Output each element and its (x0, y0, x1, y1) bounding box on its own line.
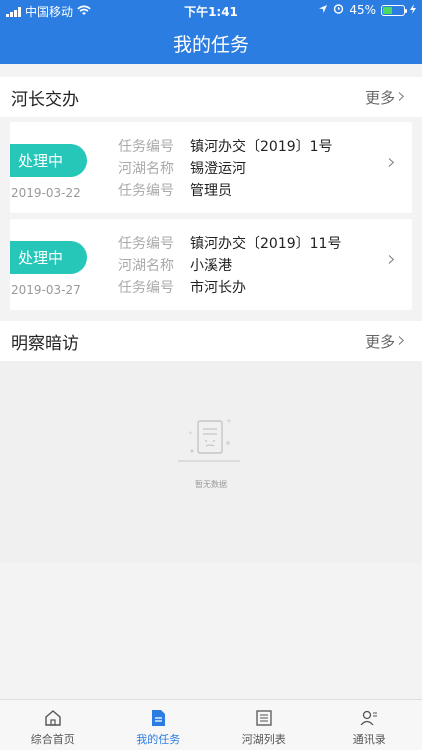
tab-label: 我的任务 (136, 733, 181, 746)
task-row: 任务编号 镇河办交〔2019〕11号 (118, 233, 341, 253)
alarm-icon (333, 3, 344, 17)
battery-percent: 45% (349, 3, 376, 17)
row-value: 管理员 (190, 183, 232, 199)
row-label: 河湖名称 (118, 161, 174, 177)
row-value: 镇河办交〔2019〕1号 (190, 139, 333, 155)
charging-icon (410, 3, 416, 17)
row-value: 市河长办 (190, 280, 246, 296)
top-bar: 中国移动 下午1:41 45% 我的任务 (0, 0, 422, 64)
empty-state: + + 暂无数据 (0, 361, 422, 563)
task-card[interactable]: 处理中 2019-03-27 任务编号 镇河办交〔2019〕11号 河湖名称 小… (10, 219, 412, 310)
river-more-button[interactable]: 更多 › (365, 77, 406, 117)
row-label: 任务编号 (118, 183, 174, 199)
chevron-right-icon: › (397, 84, 406, 109)
chevron-right-icon: › (387, 150, 396, 175)
section-title: 河长交办 (11, 89, 79, 110)
empty-text: 暂无数据 (195, 480, 227, 489)
task-date: 2019-03-27 (11, 283, 81, 297)
task-row: 河湖名称 锡澄运河 (118, 158, 246, 178)
svg-text:+: + (226, 417, 232, 425)
chevron-right-icon: › (387, 247, 396, 272)
task-card[interactable]: 处理中 2019-03-22 任务编号 镇河办交〔2019〕1号 河湖名称 锡澄… (10, 122, 412, 213)
section-inspect-header: 明察暗访 更多 › (0, 321, 422, 361)
task-row: 任务编号 镇河办交〔2019〕1号 (118, 136, 333, 156)
row-value: 镇河办交〔2019〕11号 (190, 236, 342, 252)
contacts-icon (360, 710, 378, 726)
list-icon (256, 710, 272, 726)
tab-bar: 综合首页 我的任务 河湖列表 通讯录 (0, 699, 422, 750)
home-icon (45, 710, 61, 726)
row-label: 任务编号 (118, 139, 174, 155)
page-title: 我的任务 (172, 34, 249, 56)
tab-home[interactable]: 综合首页 (0, 700, 106, 750)
tab-label: 通讯录 (352, 733, 386, 746)
task-row: 任务编号 管理员 (118, 180, 232, 200)
document-icon (152, 710, 166, 726)
location-icon (318, 3, 328, 17)
section-river-header: 河长交办 更多 › (0, 77, 422, 117)
svg-text:+: + (188, 430, 193, 437)
section-title: 明察暗访 (11, 333, 79, 354)
task-date: 2019-03-22 (11, 186, 81, 200)
status-badge: 处理中 (10, 144, 87, 177)
row-label: 任务编号 (118, 280, 174, 296)
tab-label: 河湖列表 (241, 733, 286, 746)
row-value: 小溪港 (190, 258, 232, 274)
status-bar: 中国移动 下午1:41 45% (0, 0, 422, 20)
row-label: 河湖名称 (118, 258, 174, 274)
chevron-right-icon: › (397, 328, 406, 353)
status-badge: 处理中 (10, 241, 87, 274)
battery-icon (381, 4, 407, 16)
tab-label: 综合首页 (30, 733, 75, 746)
tab-my-tasks[interactable]: 我的任务 (106, 700, 212, 750)
task-row: 河湖名称 小溪港 (118, 255, 232, 275)
row-value: 锡澄运河 (190, 161, 246, 177)
inspect-more-button[interactable]: 更多 › (365, 321, 406, 361)
empty-document-icon: + + (178, 417, 240, 462)
tab-contacts[interactable]: 通讯录 (317, 700, 422, 750)
more-label: 更多 (365, 332, 396, 351)
tab-river-list[interactable]: 河湖列表 (211, 700, 317, 750)
task-row: 任务编号 市河长办 (118, 277, 246, 297)
more-label: 更多 (365, 88, 396, 107)
row-label: 任务编号 (118, 236, 174, 252)
